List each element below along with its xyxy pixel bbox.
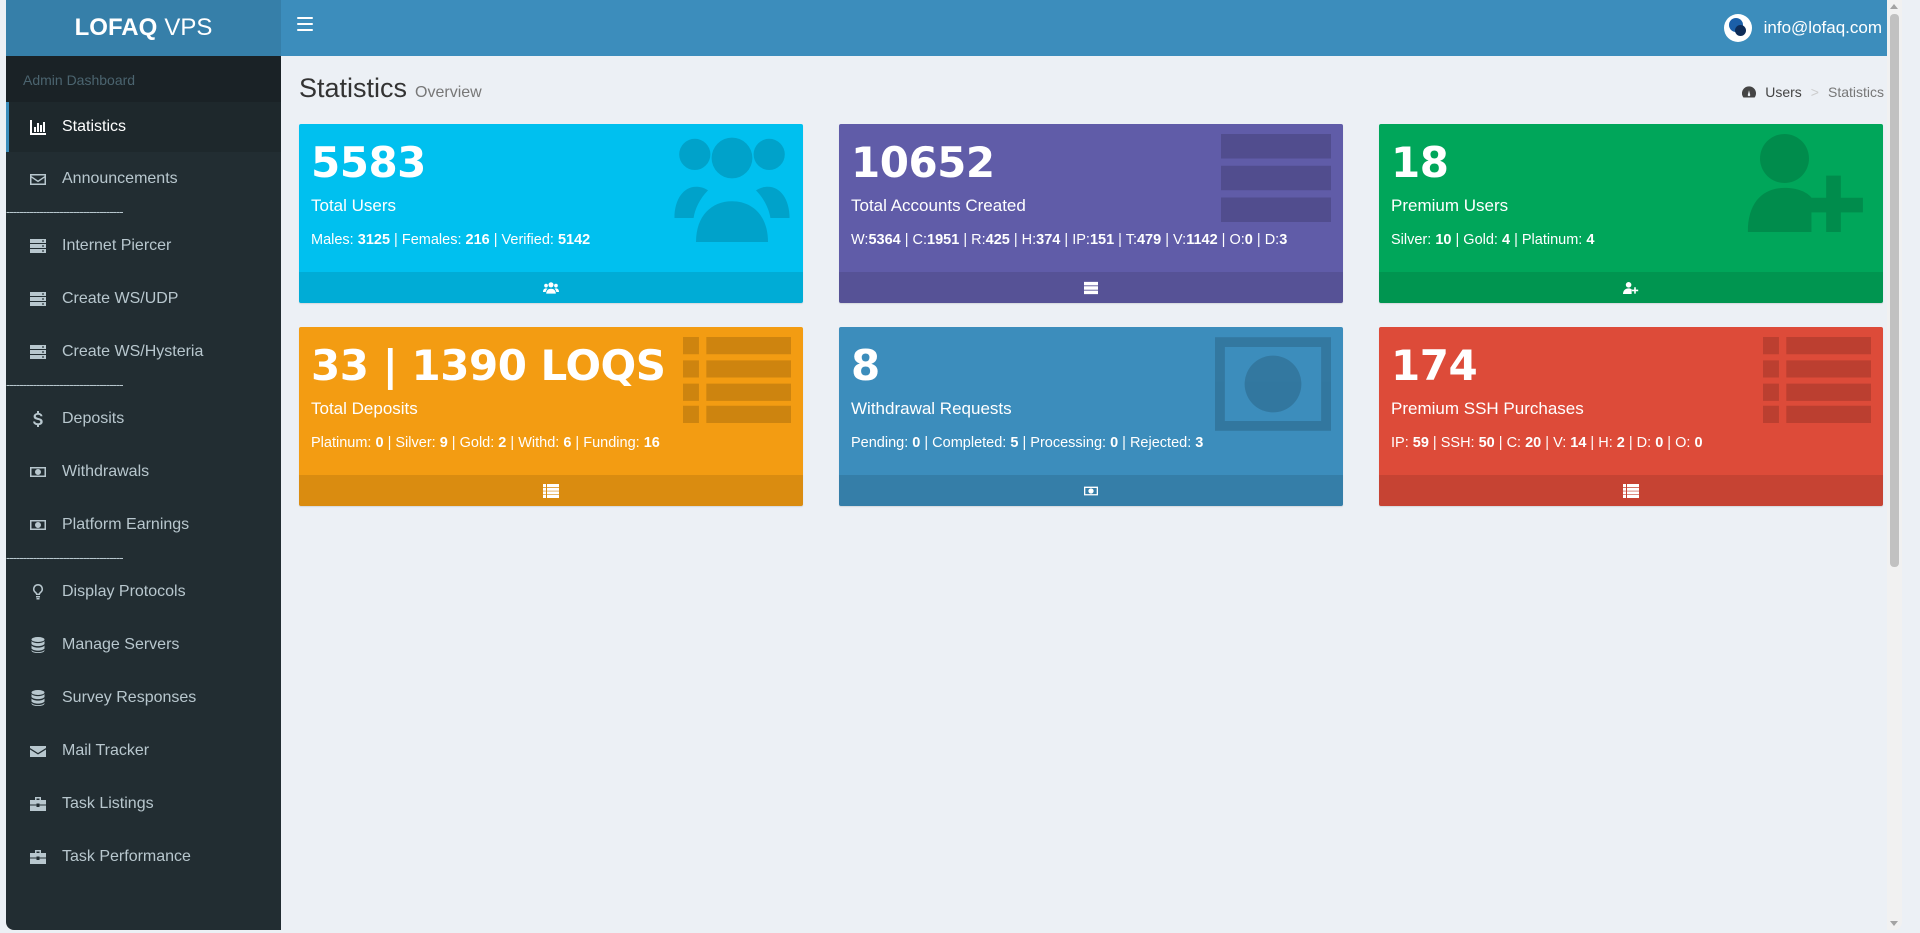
list-icon — [683, 337, 791, 428]
sidebar-toggle-icon[interactable] — [297, 17, 313, 31]
scroll-down-arrow-icon[interactable] — [1890, 921, 1898, 926]
sidebar-item-internet-piercer[interactable]: Internet Piercer — [6, 219, 281, 272]
sidebar-item-manage-servers[interactable]: Manage Servers — [6, 618, 281, 671]
scrollbar-thumb[interactable] — [1890, 14, 1899, 567]
dollar-icon — [29, 411, 47, 427]
sidebar-item-label: Create WS/Hysteria — [62, 342, 204, 360]
users-icon — [673, 134, 791, 247]
database-icon — [29, 690, 47, 706]
sidebar-item-statistics[interactable]: Statistics — [6, 102, 281, 152]
sidebar-item-label: Internet Piercer — [62, 236, 172, 254]
sidebar-item-deposits[interactable]: Deposits — [6, 392, 281, 445]
sidebar-item-label: Mail Tracker — [62, 741, 150, 759]
stat-box-footer-link[interactable] — [299, 272, 803, 303]
page-subtitle: Overview — [415, 84, 482, 101]
sidebar-item-label: Display Protocols — [62, 582, 186, 600]
stat-box-withdrawal-requests: 8 Withdrawal Requests Pending: 0 | Compl… — [839, 327, 1343, 506]
user-email: info@lofaq.com — [1763, 18, 1882, 37]
stats-grid: 5583 Total Users Males: 3125 | Females: … — [299, 124, 1884, 506]
sidebar: Admin Dashboard Statistics Announcements… — [6, 56, 281, 930]
stat-box-footer-link[interactable] — [299, 475, 803, 506]
sidebar-item-task-listings[interactable]: Task Listings — [6, 777, 281, 830]
stat-box-premium-ssh: 174 Premium SSH Purchases IP: 59 | SSH: … — [1379, 327, 1883, 506]
money-bill-icon — [1215, 337, 1331, 436]
sidebar-item-platform-earnings[interactable]: Platform Earnings — [6, 498, 281, 551]
sidebar-separator: ----------------------------------- — [6, 205, 124, 219]
sidebar-item-survey-responses[interactable]: Survey Responses — [6, 671, 281, 724]
money-icon — [1083, 484, 1099, 498]
server-icon — [29, 238, 47, 254]
server-icon — [29, 344, 47, 360]
top-navbar: info@lofaq.com — [281, 0, 1902, 56]
money-icon — [29, 517, 47, 533]
list-icon — [1763, 337, 1871, 428]
sidebar-item-mail-tracker[interactable]: Mail Tracker — [6, 724, 281, 777]
stat-box-footer-link[interactable] — [839, 272, 1343, 303]
sidebar-item-label: Announcements — [62, 169, 178, 187]
list-icon — [543, 484, 559, 498]
server-icon — [29, 291, 47, 307]
server-icon — [1221, 134, 1331, 227]
user-plus-icon — [1623, 281, 1639, 295]
app-logo[interactable]: LOFAQ VPS — [6, 0, 281, 56]
scroll-up-arrow-icon[interactable] — [1890, 4, 1898, 9]
sidebar-item-label: Create WS/UDP — [62, 289, 179, 307]
logo-bold-text: LOFAQ — [74, 14, 158, 41]
page-title: Statistics Overview — [299, 73, 482, 104]
sidebar-item-label: Task Performance — [62, 847, 191, 865]
sidebar-item-withdrawals[interactable]: Withdrawals — [6, 445, 281, 498]
sidebar-separator: ----------------------------------- — [6, 378, 124, 392]
envelope-filled-icon — [29, 743, 47, 759]
page-title-text: Statistics — [299, 73, 408, 103]
sidebar-item-label: Withdrawals — [62, 462, 150, 480]
stat-box-footer-link[interactable] — [1379, 475, 1883, 506]
sidebar-item-label: Survey Responses — [62, 688, 197, 706]
bar-chart-icon — [29, 119, 47, 135]
stat-details: IP: 59 | SSH: 50 | C: 20 | V: 14 | H: 2 … — [1391, 435, 1703, 451]
main-content: Statistics Overview Users > Statistics 55… — [281, 56, 1902, 930]
sidebar-item-create-ws-udp[interactable]: Create WS/UDP — [6, 272, 281, 325]
list-icon — [1623, 484, 1639, 498]
stat-details: Platinum: 0 | Silver: 9 | Gold: 2 | With… — [311, 435, 660, 451]
sidebar-item-label: Statistics — [62, 118, 127, 135]
stat-box-total-users: 5583 Total Users Males: 3125 | Females: … — [299, 124, 803, 303]
stat-box-footer-link[interactable] — [1379, 272, 1883, 303]
sidebar-separator: ----------------------------------- — [6, 551, 124, 565]
page-scrollbar[interactable] — [1887, 0, 1902, 930]
sidebar-item-display-protocols[interactable]: Display Protocols — [6, 565, 281, 618]
user-menu[interactable]: info@lofaq.com — [1723, 14, 1882, 42]
sidebar-item-create-ws-hysteria[interactable]: Create WS/Hysteria — [6, 325, 281, 378]
briefcase-icon — [29, 796, 47, 812]
sidebar-item-label: Deposits — [62, 409, 125, 427]
stat-box-footer-link[interactable] — [839, 475, 1343, 506]
breadcrumb-separator: > — [1810, 84, 1819, 100]
briefcase-icon — [29, 849, 47, 865]
sidebar-item-label: Platform Earnings — [62, 515, 190, 533]
envelope-icon — [29, 171, 47, 187]
database-icon — [29, 637, 47, 653]
server-icon — [1084, 281, 1098, 294]
stat-box-premium-users: 18 Premium Users Silver: 10 | Gold: 4 | … — [1379, 124, 1883, 303]
user-plus-icon — [1747, 134, 1871, 237]
logo-light-text: VPS — [164, 14, 213, 41]
stat-details: W:5364 | C:1951 | R:425 | H:374 | IP:151… — [851, 232, 1288, 248]
users-icon — [543, 281, 559, 295]
dashboard-gauge-icon — [1742, 86, 1757, 98]
app-window: LOFAQ VPS info@lofaq.com Admin Dashboard… — [6, 0, 1902, 930]
breadcrumb-home-link[interactable]: Users — [1765, 84, 1802, 100]
sidebar-item-announcements[interactable]: Announcements — [6, 152, 281, 205]
content-header: Statistics Overview Users > Statistics — [299, 56, 1884, 124]
stat-details: Pending: 0 | Completed: 5 | Processing: … — [851, 435, 1204, 451]
lightbulb-icon — [29, 584, 47, 600]
breadcrumb: Users > Statistics — [1742, 84, 1884, 100]
sidebar-item-task-performance[interactable]: Task Performance — [6, 830, 281, 883]
sidebar-item-label: Manage Servers — [62, 635, 180, 653]
stat-box-total-deposits: 33 | 1390 LOQS Total Deposits Platinum: … — [299, 327, 803, 506]
avatar — [1723, 14, 1752, 42]
sidebar-item-label: Task Listings — [62, 794, 154, 812]
sidebar-header: Admin Dashboard — [6, 56, 281, 102]
money-icon — [29, 464, 47, 480]
breadcrumb-current: Statistics — [1827, 84, 1884, 100]
stat-box-total-accounts: 10652 Total Accounts Created W:5364 | C:… — [839, 124, 1343, 303]
